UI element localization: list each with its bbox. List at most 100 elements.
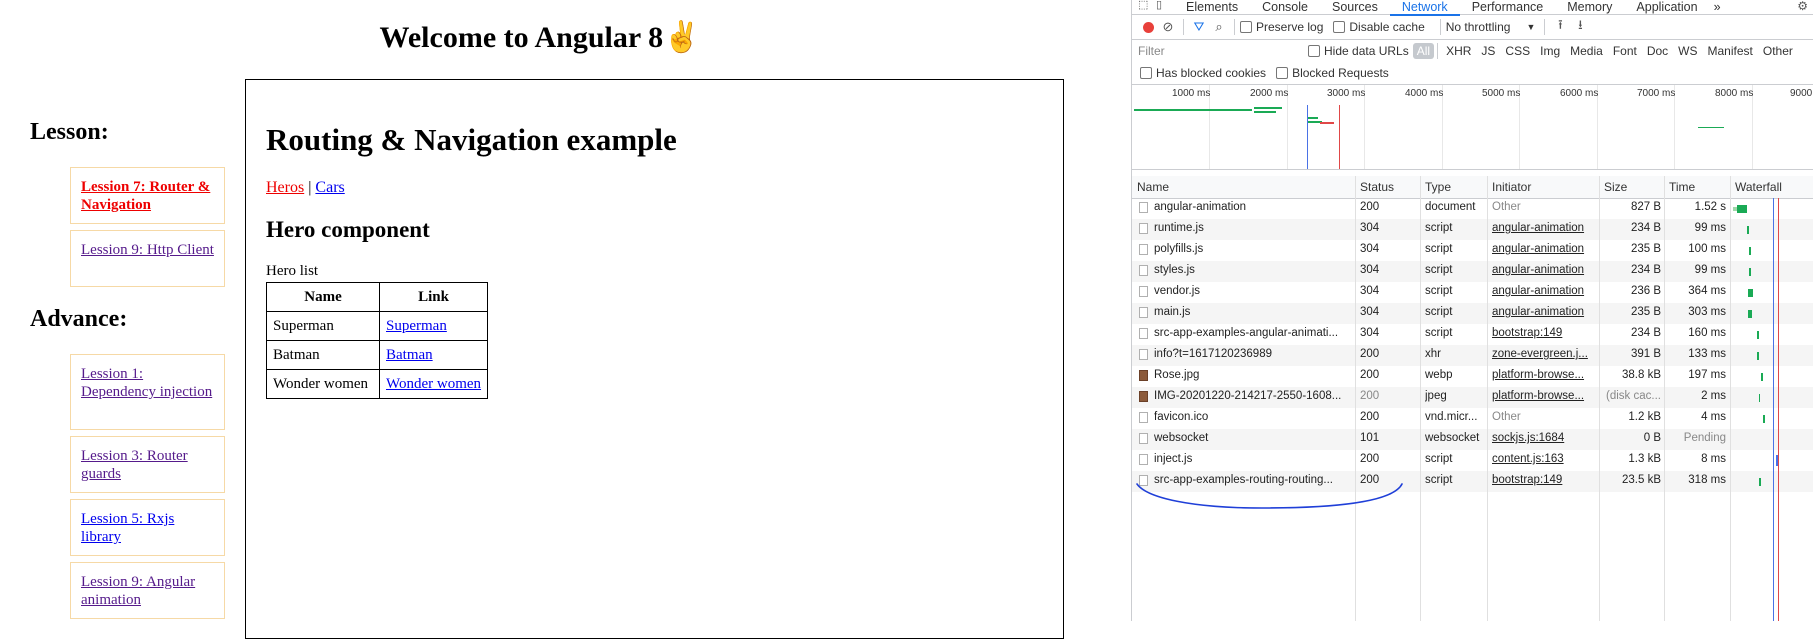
network-request-row[interactable]: info?t=1617120236989 200 xhr zone-evergreen… [1132,345,1813,366]
tab-application[interactable]: Application [1624,0,1709,14]
tab-console[interactable]: Console [1250,0,1320,14]
hero-link[interactable]: Wonder women [386,376,481,392]
waterfall-bar [1737,205,1747,213]
filter-type-all[interactable]: All [1412,43,1435,59]
request-status: 101 [1360,432,1380,444]
network-request-row[interactable]: IMG-20201220-214217-2550-1608... 200 jpeg p… [1132,387,1813,408]
timeline-overview[interactable]: 1000 ms 2000 ms 3000 ms 4000 ms 5000 ms … [1132,85,1813,170]
nav-link-heros[interactable]: Heros [266,179,304,196]
tick-label: 5000 ms [1482,88,1521,99]
col-header-time[interactable]: Time [1669,180,1695,194]
preserve-log-checkbox[interactable]: Preserve log [1240,20,1323,34]
request-status: 304 [1360,285,1380,297]
search-icon[interactable]: ⌕ [1209,19,1229,35]
import-har-icon[interactable]: ⭱ [1550,16,1570,38]
settings-gear-icon[interactable]: ⚙ [1797,0,1808,13]
filter-type-js[interactable]: JS [1476,44,1500,58]
filter-type-ws[interactable]: WS [1673,44,1702,58]
network-request-row[interactable]: favicon.ico 200 vnd.micr... Other 1.2 kB 4 ms [1132,408,1813,429]
lesson-item-http: Lession 9: Http Client [70,230,225,287]
advance-link-di[interactable]: Lession 1: Dependency injection [81,366,212,400]
request-size: 236 B [1630,285,1661,297]
advance-item-guards: Lession 3: Router guards [70,436,225,493]
network-request-row[interactable]: styles.js 304 script angular-animation 234 B… [1132,261,1813,282]
advance-heading: Advance: [30,306,128,332]
request-initiator[interactable]: platform-browse... [1492,369,1596,381]
inspect-element-icon[interactable]: ⬚ [1138,0,1152,12]
toolbar-divider [1437,43,1439,59]
network-request-row[interactable]: runtime.js 304 script angular-animation 234 … [1132,219,1813,240]
network-request-row[interactable]: angular-animation 200 document Other 827 B 1.… [1132,198,1813,219]
network-request-row[interactable]: Rose.jpg 200 webp platform-browse... 38.8 kB… [1132,366,1813,387]
dom-loaded-line [1773,198,1774,621]
request-initiator[interactable]: angular-animation [1492,243,1596,255]
network-request-row[interactable]: websocket 101 websocket sockjs.js:1684 0 B Pe… [1132,429,1813,450]
table-header: Name Status Type Initiator Size Time Wat… [1132,176,1813,199]
filter-type-other[interactable]: Other [1758,44,1798,58]
request-initiator[interactable]: zone-evergreen.j... [1492,348,1596,360]
request-name: websocket [1154,432,1209,444]
advance-link-animation[interactable]: Lession 9: Angular animation [81,574,195,608]
column-divider [1664,176,1665,621]
tab-sources[interactable]: Sources [1320,0,1390,14]
col-header-size[interactable]: Size [1604,180,1627,194]
tab-network[interactable]: Network [1389,0,1460,16]
col-header-name[interactable]: Name [1137,180,1169,194]
request-initiator[interactable]: bootstrap:149 [1492,327,1596,339]
tab-memory[interactable]: Memory [1555,0,1624,14]
export-har-icon[interactable]: ⭳ [1570,16,1590,38]
request-initiator[interactable]: content.js:163 [1492,453,1596,465]
hero-link[interactable]: Batman [386,347,433,363]
col-header-status[interactable]: Status [1360,180,1394,194]
request-initiator[interactable]: angular-animation [1492,222,1596,234]
request-type: script [1425,243,1453,255]
has-blocked-cookies-checkbox[interactable]: Has blocked cookies [1140,66,1266,80]
filter-type-manifest[interactable]: Manifest [1703,44,1758,58]
clear-icon[interactable]: ⊘ [1158,19,1178,35]
toolbar-divider [1234,19,1235,35]
advance-link-guards[interactable]: Lession 3: Router guards [81,448,188,482]
filter-type-img[interactable]: Img [1535,44,1565,58]
request-status: 304 [1360,264,1380,276]
nav-link-cars[interactable]: Cars [315,179,344,196]
advance-link-rxjs[interactable]: Lession 5: Rxjs library [81,511,174,545]
network-request-row[interactable]: main.js 304 script angular-animation 235 B 30… [1132,303,1813,324]
throttling-select[interactable]: No throttling ▼ [1446,20,1536,34]
lesson-link-router[interactable]: Lession 7: Router & Navigation [81,179,210,213]
col-header-waterfall[interactable]: Waterfall [1735,180,1782,194]
welcome-heading: Welcome to Angular 8✌️ [0,20,1080,55]
filter-icon[interactable]: ⛛ [1189,19,1209,35]
network-request-row[interactable]: inject.js 200 script content.js:163 1.3 kB 8 … [1132,450,1813,471]
filter-type-xhr[interactable]: XHR [1441,44,1476,58]
filter-type-doc[interactable]: Doc [1642,44,1673,58]
network-request-row[interactable]: polyfills.js 304 script angular-animation 23… [1132,240,1813,261]
hide-data-urls-checkbox[interactable]: Hide data URLs [1308,44,1409,58]
lesson-link-http[interactable]: Lession 9: Http Client [81,242,214,258]
blocked-requests-checkbox[interactable]: Blocked Requests [1276,66,1389,80]
col-header-initiator[interactable]: Initiator [1492,180,1531,194]
filter-type-css[interactable]: CSS [1500,44,1535,58]
filter-input[interactable]: Filter [1138,44,1308,58]
request-initiator[interactable]: angular-animation [1492,306,1596,318]
request-initiator[interactable]: sockjs.js:1684 [1492,432,1596,444]
more-tabs-icon[interactable]: » [1710,0,1725,14]
request-initiator[interactable]: bootstrap:149 [1492,474,1596,486]
disable-cache-checkbox[interactable]: Disable cache [1333,20,1425,34]
network-request-row[interactable]: vendor.js 304 script angular-animation 236 B… [1132,282,1813,303]
overview-bar [1254,111,1276,113]
victory-hand-icon: ✌️ [663,21,701,54]
request-initiator[interactable]: angular-animation [1492,264,1596,276]
request-initiator[interactable]: angular-animation [1492,285,1596,297]
col-header-type[interactable]: Type [1425,180,1451,194]
overview-bar [1320,122,1334,124]
hero-link[interactable]: Superman [386,318,447,334]
record-icon[interactable] [1138,20,1158,35]
tab-elements[interactable]: Elements [1174,0,1250,14]
device-toolbar-icon[interactable]: ▯ [1156,0,1170,12]
network-request-row[interactable]: src-app-examples-angular-animati... 304 sc… [1132,324,1813,345]
request-type: script [1425,264,1453,276]
request-initiator[interactable]: platform-browse... [1492,390,1596,402]
filter-type-media[interactable]: Media [1565,44,1608,58]
filter-type-font[interactable]: Font [1608,44,1642,58]
tab-performance[interactable]: Performance [1460,0,1556,14]
